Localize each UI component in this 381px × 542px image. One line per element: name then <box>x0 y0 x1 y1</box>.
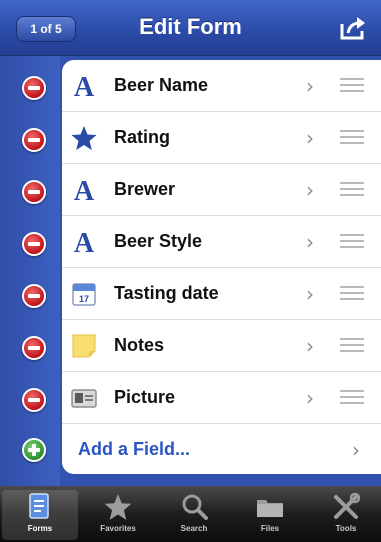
field-label: Beer Style <box>114 231 203 251</box>
star-icon <box>71 126 97 150</box>
reorder-handle-icon[interactable] <box>340 182 364 198</box>
notes-icon <box>72 334 96 358</box>
delete-field-button[interactable] <box>22 128 46 152</box>
reorder-handle-icon[interactable] <box>340 78 364 94</box>
chevron-right-icon: › <box>306 282 314 306</box>
minus-icon <box>28 346 40 350</box>
share-button[interactable] <box>338 14 368 42</box>
field-list: A Beer Name › Rating › A Brewer › A Beer… <box>62 60 381 474</box>
calendar-icon: 17 <box>72 283 96 306</box>
minus-icon <box>28 190 40 194</box>
chevron-right-icon: › <box>306 178 314 202</box>
delete-field-button[interactable] <box>22 388 46 412</box>
navigation-bar: 1 of 5 Edit Form <box>0 0 381 56</box>
tab-tools[interactable]: Tools <box>308 490 381 540</box>
chevron-right-icon: › <box>306 386 314 410</box>
reorder-handle-icon[interactable] <box>340 130 364 146</box>
list-item-tasting-date[interactable]: 17 Tasting date › <box>62 268 381 320</box>
tab-forms[interactable]: Forms <box>2 490 78 540</box>
tab-label: Search <box>180 524 208 533</box>
field-label: Notes <box>114 335 165 355</box>
svg-text:A: A <box>74 72 95 100</box>
add-field-icon-button[interactable] <box>22 438 46 462</box>
edit-form-screen: 1 of 5 Edit Form A Beer Name › Rating › … <box>0 0 381 542</box>
share-icon <box>340 17 365 40</box>
tab-favorites[interactable]: Favorites <box>80 490 156 540</box>
delete-field-button[interactable] <box>22 336 46 360</box>
tab-label: Forms <box>27 524 53 533</box>
chevron-right-icon: › <box>306 126 314 150</box>
field-label: Brewer <box>114 179 176 199</box>
field-label: Rating <box>114 127 170 147</box>
list-item-picture[interactable]: Picture › <box>62 372 381 424</box>
list-item-beer-name[interactable]: A Beer Name › <box>62 60 381 112</box>
minus-icon <box>28 398 40 402</box>
minus-icon <box>28 138 40 142</box>
add-field-label: Add a Field... <box>78 439 191 459</box>
tab-label: Tools <box>335 524 357 533</box>
delete-field-button[interactable] <box>22 232 46 256</box>
chevron-right-icon: › <box>306 74 314 98</box>
tab-search[interactable]: Search <box>156 490 232 540</box>
minus-icon <box>28 294 40 298</box>
edit-gutter <box>0 56 60 486</box>
reorder-handle-icon[interactable] <box>340 390 364 406</box>
field-label: Tasting date <box>114 283 219 303</box>
svg-text:17: 17 <box>79 294 89 304</box>
star-icon <box>104 494 132 520</box>
search-icon <box>182 494 208 520</box>
tab-label: Favorites <box>100 524 136 533</box>
minus-icon <box>28 242 40 246</box>
forms-icon <box>29 493 49 519</box>
reorder-handle-icon[interactable] <box>340 338 364 354</box>
chevron-right-icon: › <box>352 438 360 462</box>
tools-icon <box>334 492 361 519</box>
tab-label: Files <box>260 524 280 533</box>
text-a-icon: A <box>74 228 95 256</box>
text-a-icon: A <box>74 176 95 204</box>
delete-field-button[interactable] <box>22 76 46 100</box>
picture-icon <box>71 389 97 408</box>
field-label: Picture <box>114 387 176 407</box>
reorder-handle-icon[interactable] <box>340 286 364 302</box>
list-item-brewer[interactable]: A Brewer › <box>62 164 381 216</box>
tab-files[interactable]: Files <box>232 490 308 540</box>
add-field-row[interactable]: Add a Field... › <box>62 424 381 474</box>
chevron-right-icon: › <box>306 334 314 358</box>
svg-text:A: A <box>74 176 95 204</box>
svg-text:A: A <box>74 228 95 256</box>
folder-icon <box>257 500 283 517</box>
field-label: Beer Name <box>114 75 209 95</box>
list-item-notes[interactable]: Notes › <box>62 320 381 372</box>
chevron-right-icon: › <box>306 230 314 254</box>
minus-icon <box>28 86 40 90</box>
text-a-icon: A <box>74 72 95 100</box>
page-title: Edit Form <box>139 14 242 39</box>
delete-field-button[interactable] <box>22 180 46 204</box>
list-item-rating[interactable]: Rating › <box>62 112 381 164</box>
delete-field-button[interactable] <box>22 284 46 308</box>
list-item-beer-style[interactable]: A Beer Style › <box>62 216 381 268</box>
reorder-handle-icon[interactable] <box>340 234 364 250</box>
tab-bar: Forms Favorites Search Files Tools <box>0 486 381 542</box>
